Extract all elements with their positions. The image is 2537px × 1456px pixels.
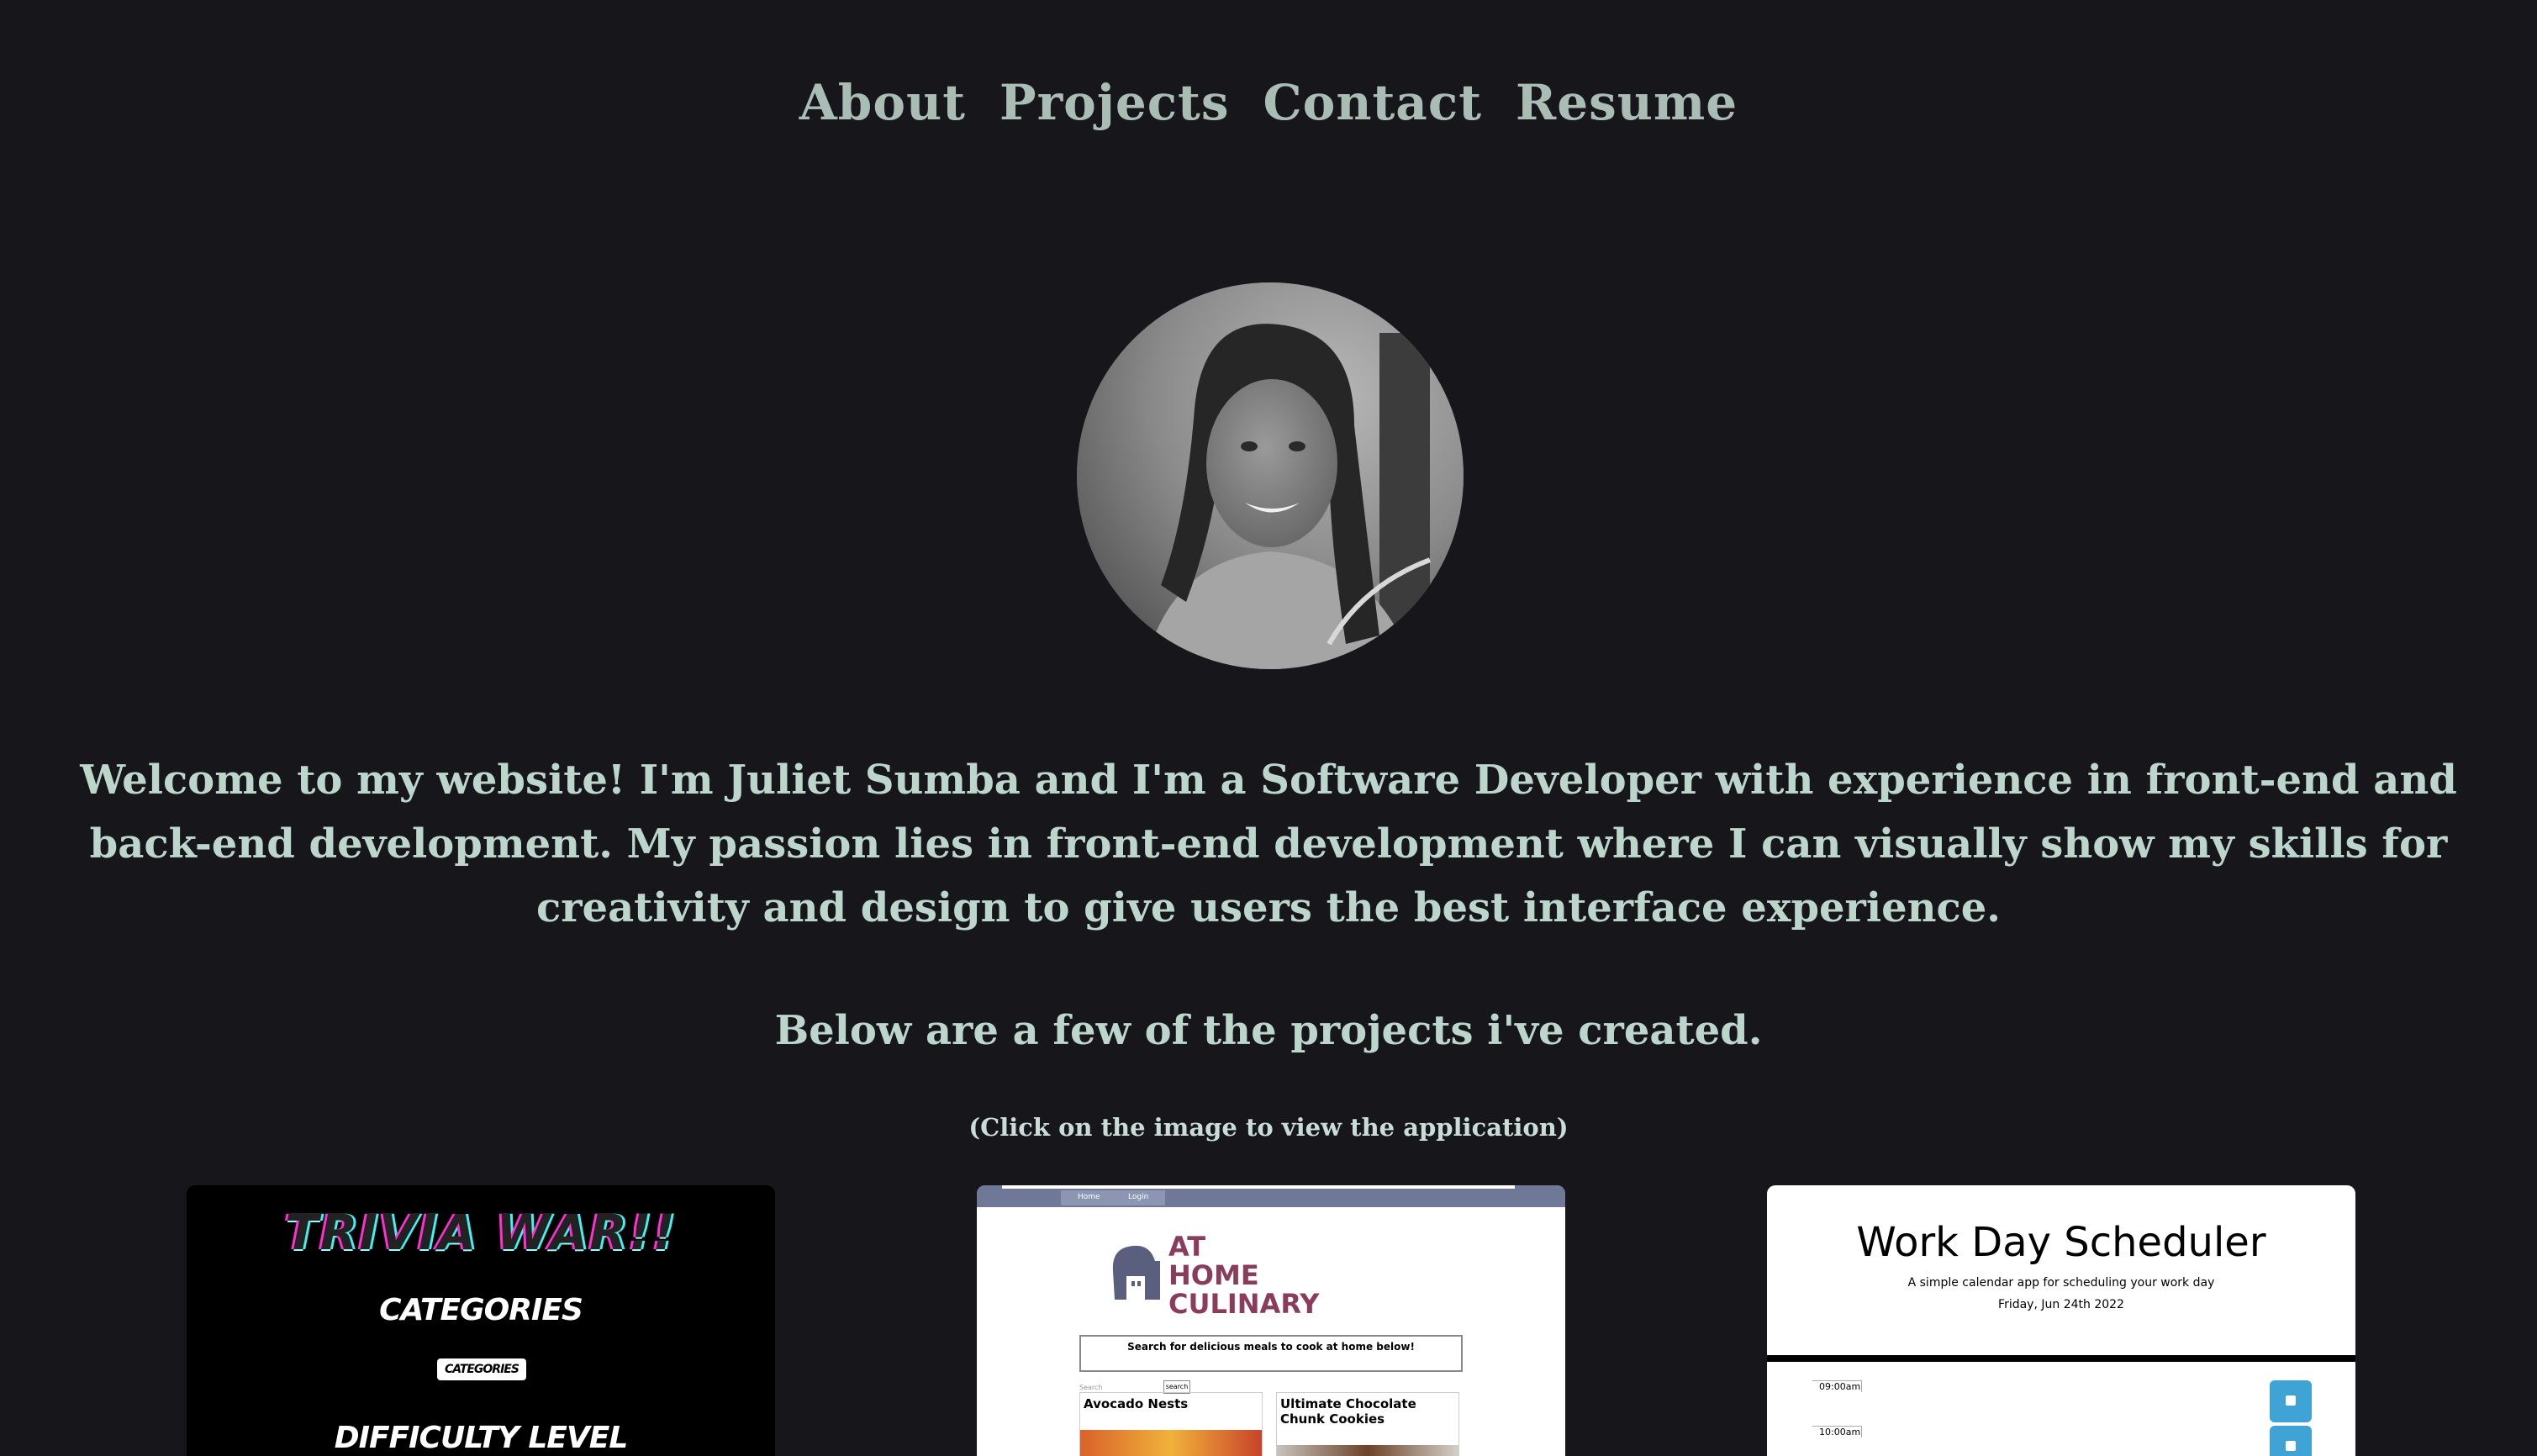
- save-icon: [2270, 1426, 2312, 1456]
- trivia-title: TRIVIA WAR!!: [285, 1204, 677, 1261]
- project-card-at-home-culinary[interactable]: Home Login AT HOME CULINARY Search for d…: [977, 1185, 1565, 1456]
- culinary-recipe-title: Ultimate Chocolate Chunk Cookies: [1280, 1396, 1416, 1427]
- culinary-logo-line1: AT: [1168, 1231, 1206, 1263]
- culinary-search-prompt: Search for delicious meals to cook at ho…: [1079, 1335, 1463, 1372]
- culinary-nav-home: Home: [1078, 1193, 1100, 1201]
- trivia-difficulty-heading: DIFFICULTY LEVEL: [334, 1421, 629, 1455]
- project-card-trivia-war[interactable]: TRIVIA WAR!! CATEGORIES CATEGORIES DIFFI…: [187, 1185, 775, 1456]
- save-icon: [2270, 1380, 2312, 1422]
- trivia-categories-button: CATEGORIES: [437, 1358, 526, 1380]
- scheduler-title: Work Day Scheduler: [1856, 1219, 2266, 1266]
- scheduler-subtitle: A simple calendar app for scheduling you…: [1907, 1276, 2215, 1290]
- project-card-work-day-scheduler[interactable]: Work Day Scheduler A simple calendar app…: [1767, 1185, 2355, 1456]
- main-nav: About Projects Contact Resume: [0, 74, 2537, 131]
- culinary-logo-line3: CULINARY: [1168, 1288, 1320, 1320]
- recipe-photo: [1277, 1445, 1458, 1456]
- house-icon: [1112, 1245, 1160, 1300]
- culinary-logo-text: AT HOME CULINARY: [1168, 1232, 1319, 1318]
- culinary-logo-line2: HOME: [1168, 1259, 1259, 1291]
- trivia-categories-heading: CATEGORIES: [379, 1293, 583, 1327]
- culinary-search-input: Search: [1079, 1384, 1103, 1391]
- nav-link-resume[interactable]: Resume: [1516, 74, 1738, 131]
- scheduler-date: Friday, Jun 24th 2022: [1998, 1298, 2124, 1311]
- nav-link-about[interactable]: About: [799, 74, 966, 131]
- culinary-topline: [1002, 1185, 1515, 1189]
- projects-heading: Below are a few of the projects i've cre…: [774, 1007, 1763, 1054]
- nav-link-contact[interactable]: Contact: [1263, 74, 1483, 131]
- profile-photo-image: [1077, 282, 1464, 669]
- culinary-recipe-card: Ultimate Chocolate Chunk Cookies: [1276, 1392, 1459, 1456]
- culinary-recipe-title: Avocado Nests: [1084, 1396, 1189, 1411]
- culinary-recipe-card: Avocado Nests: [1079, 1392, 1263, 1456]
- recipe-photo: [1080, 1430, 1262, 1456]
- scheduler-divider: [1767, 1355, 2355, 1362]
- projects-hint: (Click on the image to view the applicat…: [968, 1113, 1569, 1142]
- profile-photo: [1077, 282, 1464, 669]
- culinary-nav-login: Login: [1128, 1193, 1149, 1201]
- scheduler-hour-label: 10:00am: [1812, 1426, 1862, 1438]
- culinary-nav: Home Login: [1061, 1190, 1165, 1205]
- scheduler-hour-label: 09:00am: [1812, 1380, 1862, 1392]
- intro-text: Welcome to my website! I'm Juliet Sumba …: [80, 757, 2457, 931]
- nav-link-projects[interactable]: Projects: [1000, 74, 1230, 131]
